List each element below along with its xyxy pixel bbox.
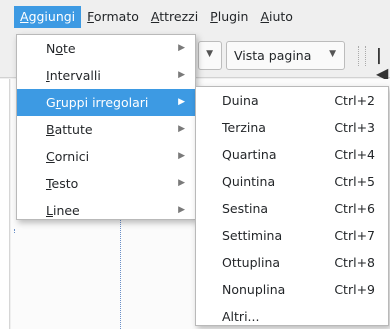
chevron-right-icon: ▶ [178,205,185,215]
toolbar-separator [358,46,366,66]
chevron-right-icon: ▶ [178,70,185,80]
menu-item-linee[interactable]: Linee ▶ [17,197,195,224]
menu-item-cornici[interactable]: Cornici ▶ [17,143,195,170]
menu-item-battute[interactable]: Battute ▶ [17,116,195,143]
side-panel [0,79,10,329]
submenu-item-label: Nonuplina [222,282,286,297]
chevron-right-icon: ▶ [178,178,185,188]
submenu-item-label: Quartina [222,147,277,162]
menubar-item-aggiungi[interactable]: Aggiungi [14,6,82,28]
view-mode-combo[interactable]: Vista pagina ▼ [226,41,345,70]
menubar-item-label: ormato [93,9,139,24]
menubar-item-label: ttrezzi [159,9,199,24]
shortcut-label: Ctrl+6 [334,201,375,216]
submenu-item-label: Terzina [222,120,266,135]
mnemonic: A [150,9,160,24]
submenu-item-label: Ottuplina [222,255,281,270]
menubar-item-label: lugin [217,9,249,24]
page-guide [14,229,15,233]
submenu-item-terzina[interactable]: Terzina Ctrl+3 [196,114,388,141]
shortcut-label: Ctrl+9 [334,282,375,297]
shortcut-label: Ctrl+8 [334,255,375,270]
toolbar-combo[interactable]: ▼ [198,41,222,70]
menu-item-testo[interactable]: Testo ▶ [17,170,195,197]
submenu-item-duina[interactable]: Duina Ctrl+2 [196,87,388,114]
chevron-right-icon: ▶ [178,151,185,161]
menu-item-note[interactable]: Note ▶ [17,35,195,62]
panel-divider [9,79,10,329]
chevron-down-icon: ▼ [206,49,213,59]
mnemonic: F [87,9,94,24]
menu-item-intervalli[interactable]: Intervalli ▶ [17,62,195,89]
menu-item-label: Intervalli [46,68,101,83]
submenu-item-ottuplina[interactable]: Ottuplina Ctrl+8 [196,249,388,276]
menubar-item-attrezzi[interactable]: Attrezzi [145,6,204,28]
mnemonic: A [20,9,29,24]
submenu-item-label: Settimina [222,228,283,243]
menu-item-label: Testo [46,176,79,191]
menubar-item-formato[interactable]: Formato [81,6,145,28]
submenu-item-label: Duina [222,93,259,108]
submenu-item-sestina[interactable]: Sestina Ctrl+6 [196,195,388,222]
chevron-right-icon: ▶ [178,97,185,107]
menu-item-label: Gruppi irregolari [46,95,149,110]
submenu-item-altri[interactable]: Altri... [196,303,388,329]
chevron-down-icon: ▼ [329,49,336,59]
first-page-icon[interactable]: |◀ [376,45,390,83]
submenu-item-nonuplina[interactable]: Nonuplina Ctrl+9 [196,276,388,303]
menubar: Aggiungi Formato Attrezzi Plugin Aiuto [0,0,390,34]
shortcut-label: Ctrl+7 [334,228,375,243]
shortcut-label: Ctrl+2 [334,93,375,108]
shortcut-label: Ctrl+5 [334,174,375,189]
mnemonic: A [260,9,270,24]
submenu-item-quartina[interactable]: Quartina Ctrl+4 [196,141,388,168]
aggiungi-menu: Note ▶ Intervalli ▶ Gruppi irregolari ▶ … [16,34,196,220]
menu-item-label: Battute [46,122,93,137]
chevron-right-icon: ▶ [178,43,185,53]
submenu-item-label: Altri... [222,309,260,324]
menu-item-label: Linee [46,203,80,218]
menu-item-label: Cornici [46,149,90,164]
menubar-item-label: iuto [269,9,293,24]
mnemonic: P [210,9,218,24]
menu-item-label: Note [46,41,76,56]
submenu-item-quintina[interactable]: Quintina Ctrl+5 [196,168,388,195]
gruppi-irregolari-submenu: Duina Ctrl+2 Terzina Ctrl+3 Quartina Ctr… [195,86,389,326]
submenu-item-label: Sestina [222,201,269,216]
menubar-item-label: ggiungi [28,9,76,24]
shortcut-label: Ctrl+4 [334,147,375,162]
view-mode-value: Vista pagina [234,48,312,63]
chevron-right-icon: ▶ [178,124,185,134]
shortcut-label: Ctrl+3 [334,120,375,135]
menu-item-gruppi-irregolari[interactable]: Gruppi irregolari ▶ [17,89,195,116]
menubar-item-aiuto[interactable]: Aiuto [254,6,299,28]
menubar-item-plugin[interactable]: Plugin [204,6,254,28]
submenu-item-label: Quintina [222,174,276,189]
submenu-item-settimina[interactable]: Settimina Ctrl+7 [196,222,388,249]
